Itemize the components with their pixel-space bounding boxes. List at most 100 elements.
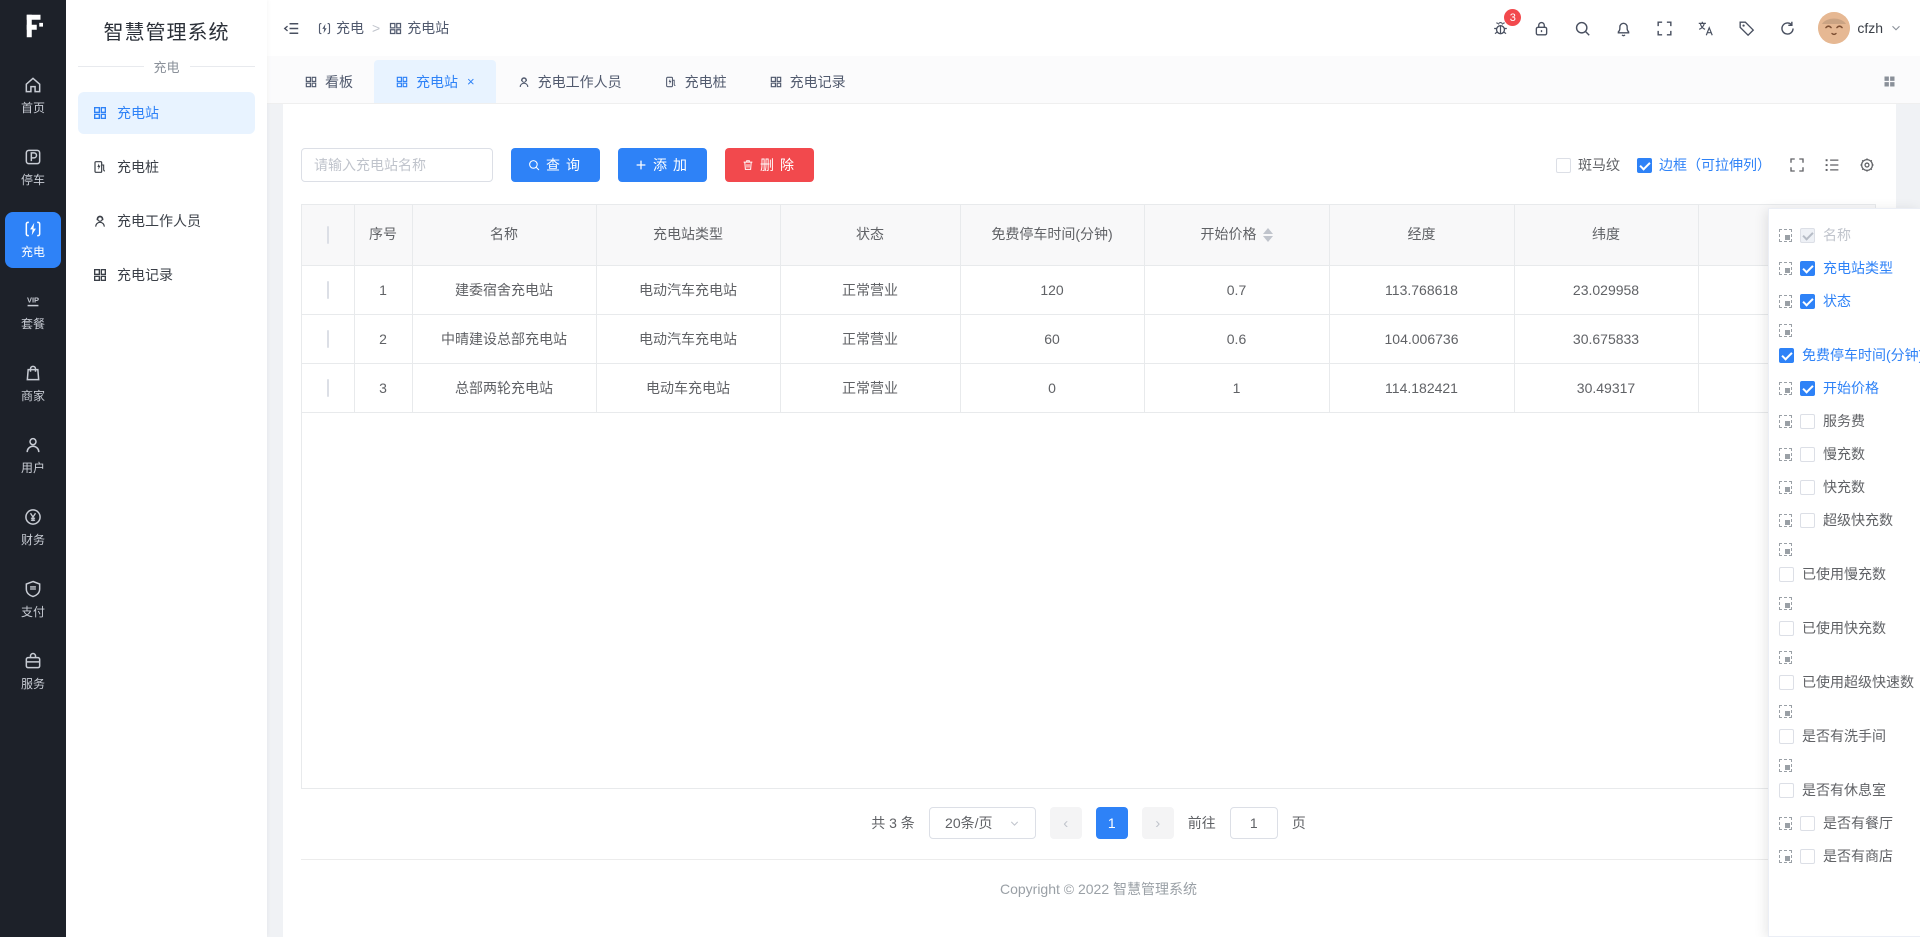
zebra-checkbox[interactable]: [1556, 157, 1571, 173]
column-toggle[interactable]: 名称: [1800, 225, 1851, 245]
column-checkbox[interactable]: [1800, 293, 1815, 309]
goto-page-input[interactable]: [1229, 807, 1278, 839]
user-menu[interactable]: cfzh: [1818, 12, 1902, 44]
prev-page-button[interactable]: ‹: [1049, 807, 1082, 839]
drag-handle-icon[interactable]: [1779, 480, 1792, 494]
submenu-item-station[interactable]: 充电站: [78, 92, 255, 134]
drag-handle-icon[interactable]: [1779, 414, 1792, 428]
column-header-price[interactable]: 开始价格: [1144, 205, 1330, 266]
column-toggle[interactable]: 充电站类型: [1800, 258, 1893, 278]
column-toggle[interactable]: 已使用超级快速数: [1779, 672, 1920, 692]
drag-handle-icon[interactable]: [1779, 849, 1792, 863]
tab-充电站[interactable]: 充电站 ×: [374, 60, 496, 103]
submenu-item-record[interactable]: 充电记录: [78, 254, 255, 296]
breadcrumb-item-station[interactable]: 充电站: [388, 18, 449, 38]
drag-handle-icon[interactable]: [1779, 759, 1792, 772]
tab-充电记录[interactable]: 充电记录: [748, 60, 867, 103]
next-page-button[interactable]: ›: [1141, 807, 1174, 839]
column-toggle[interactable]: 状态: [1800, 291, 1851, 311]
column-checkbox[interactable]: [1800, 446, 1815, 462]
column-checkbox[interactable]: [1800, 380, 1815, 396]
row-checkbox[interactable]: [326, 378, 329, 397]
column-checkbox[interactable]: [1800, 479, 1815, 495]
rail-item-service[interactable]: 服务: [5, 644, 61, 700]
rail-item-vip[interactable]: 套餐: [5, 284, 61, 340]
drag-handle-icon[interactable]: [1779, 705, 1792, 718]
tab-充电桩[interactable]: 充电桩: [643, 60, 748, 103]
column-checkbox[interactable]: [1800, 512, 1815, 528]
drag-handle-icon[interactable]: [1779, 381, 1792, 395]
bell-icon[interactable]: [1613, 18, 1633, 38]
column-checkbox[interactable]: [1800, 260, 1815, 276]
submenu-item-pile[interactable]: 充电桩: [78, 146, 255, 188]
rail-item-charge[interactable]: 充电: [5, 212, 61, 268]
language-icon[interactable]: [1695, 18, 1715, 38]
search-input[interactable]: [301, 148, 493, 182]
drag-handle-icon[interactable]: [1779, 543, 1792, 556]
column-toggle[interactable]: 已使用快充数: [1779, 618, 1920, 638]
column-checkbox[interactable]: [1800, 413, 1815, 429]
column-toggle[interactable]: 是否有餐厅: [1800, 813, 1893, 833]
column-toggle[interactable]: 慢充数: [1800, 444, 1865, 464]
row-checkbox[interactable]: [326, 280, 329, 299]
add-button[interactable]: 添加: [618, 148, 707, 182]
column-checkbox[interactable]: [1779, 674, 1794, 690]
drag-handle-icon[interactable]: [1779, 597, 1792, 610]
column-checkbox[interactable]: [1779, 620, 1794, 636]
column-toggle[interactable]: 已使用慢充数: [1779, 564, 1920, 584]
border-checkbox[interactable]: [1637, 157, 1652, 173]
search-icon[interactable]: [1572, 18, 1592, 38]
column-toggle[interactable]: 是否有商店: [1800, 846, 1893, 866]
tab-options-icon[interactable]: [1874, 67, 1904, 97]
column-toggle[interactable]: 开始价格: [1800, 378, 1879, 398]
tag-icon[interactable]: [1736, 18, 1756, 38]
close-icon[interactable]: ×: [467, 74, 475, 89]
drag-handle-icon[interactable]: [1779, 513, 1792, 527]
collapse-sidebar-icon[interactable]: [281, 18, 301, 38]
refresh-icon[interactable]: [1777, 18, 1797, 38]
current-page-button[interactable]: 1: [1095, 807, 1128, 839]
column-toggle[interactable]: 是否有休息室: [1779, 780, 1920, 800]
drag-handle-icon[interactable]: [1779, 324, 1792, 337]
rail-item-finance[interactable]: 财务: [5, 500, 61, 556]
border-toggle[interactable]: 边框（可拉伸列）: [1637, 155, 1771, 175]
drag-handle-icon[interactable]: [1779, 228, 1792, 242]
fullscreen-icon[interactable]: [1654, 18, 1674, 38]
rail-item-pay[interactable]: 支付: [5, 572, 61, 628]
rail-item-user[interactable]: 用户: [5, 428, 61, 484]
column-toggle[interactable]: 快充数: [1800, 477, 1865, 497]
rail-item-shop[interactable]: 商家: [5, 356, 61, 412]
drag-handle-icon[interactable]: [1779, 261, 1792, 275]
column-toggle[interactable]: 超级快充数: [1800, 510, 1893, 530]
column-toggle[interactable]: 是否有洗手间: [1779, 726, 1920, 746]
column-checkbox[interactable]: [1779, 566, 1794, 582]
drag-handle-icon[interactable]: [1779, 294, 1792, 308]
rail-item-parking[interactable]: 停车: [5, 140, 61, 196]
query-button[interactable]: 查询: [511, 148, 600, 182]
drag-handle-icon[interactable]: [1779, 447, 1792, 461]
page-size-select[interactable]: 20条/页: [928, 807, 1036, 839]
drag-handle-icon[interactable]: [1779, 816, 1792, 830]
column-checkbox[interactable]: [1800, 848, 1815, 864]
rail-item-home[interactable]: 首页: [5, 68, 61, 124]
bug-report-icon[interactable]: 3: [1490, 9, 1522, 38]
column-checkbox[interactable]: [1779, 347, 1794, 363]
tab-充电工作人员[interactable]: 充电工作人员: [496, 60, 643, 103]
delete-button[interactable]: 删除: [725, 148, 814, 182]
table-custom-list-icon[interactable]: [1823, 156, 1841, 174]
column-toggle[interactable]: 服务费: [1800, 411, 1865, 431]
lock-screen-icon[interactable]: [1531, 18, 1551, 38]
submenu-item-worker[interactable]: 充电工作人员: [78, 200, 255, 242]
select-all-checkbox[interactable]: [326, 225, 329, 244]
column-toggle[interactable]: 免费停车时间(分钟): [1779, 345, 1920, 365]
zebra-toggle[interactable]: 斑马纹: [1556, 155, 1620, 175]
sort-caret-icon[interactable]: [1262, 227, 1273, 242]
table-settings-gear-icon[interactable]: [1858, 156, 1876, 174]
column-checkbox[interactable]: [1779, 782, 1794, 798]
tab-看板[interactable]: 看板: [283, 60, 374, 103]
row-checkbox[interactable]: [326, 329, 329, 348]
column-checkbox[interactable]: [1800, 815, 1815, 831]
app-logo[interactable]: [0, 0, 66, 52]
column-checkbox[interactable]: [1779, 728, 1794, 744]
drag-handle-icon[interactable]: [1779, 651, 1792, 664]
